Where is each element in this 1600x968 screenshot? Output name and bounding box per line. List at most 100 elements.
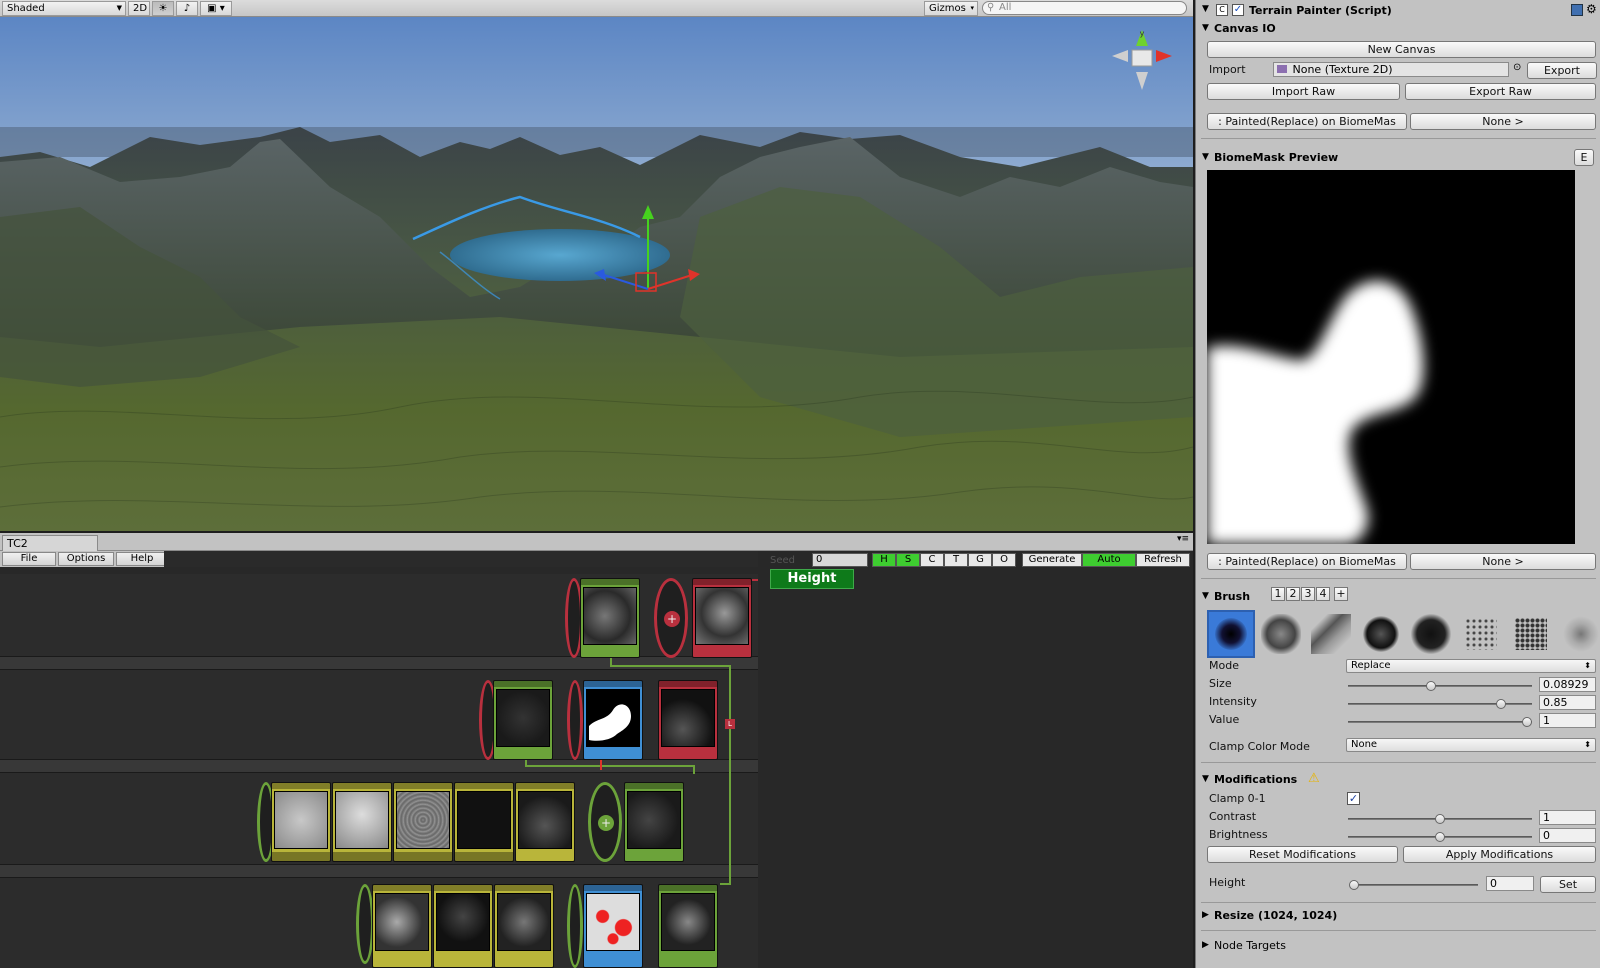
effects-dropdown[interactable]: ▣ ▾ bbox=[200, 0, 232, 16]
export-button[interactable]: Export bbox=[1527, 62, 1597, 79]
intensity-slider[interactable] bbox=[1348, 699, 1532, 709]
foldout-arrow-icon[interactable]: ▼ bbox=[1202, 591, 1209, 601]
node-result[interactable] bbox=[493, 680, 553, 760]
target-none-button-2[interactable]: None > bbox=[1410, 553, 1596, 570]
brush-rock[interactable] bbox=[1257, 610, 1305, 658]
height-slider[interactable] bbox=[1349, 880, 1478, 890]
contrast-field[interactable]: 1 bbox=[1539, 810, 1596, 825]
node-lane4-output[interactable] bbox=[658, 884, 718, 968]
clamp-color-mode-dropdown[interactable]: None ⬍ bbox=[1346, 738, 1596, 752]
brush-foldout[interactable]: Brush bbox=[1214, 590, 1250, 603]
enabled-checkbox[interactable]: ✓ bbox=[1232, 4, 1244, 16]
canvas-target-button[interactable]: : Painted(Replace) on BiomeMas bbox=[1207, 113, 1407, 130]
node-height-output[interactable] bbox=[692, 578, 752, 658]
menu-file[interactable]: File bbox=[2, 552, 56, 566]
brush-tab-2[interactable]: 2 bbox=[1286, 587, 1300, 601]
menu-help[interactable]: Help bbox=[116, 552, 168, 566]
brush-tab-3[interactable]: 3 bbox=[1301, 587, 1315, 601]
brush-splatter-1[interactable] bbox=[1457, 610, 1505, 658]
node-image-biomemask[interactable] bbox=[583, 680, 643, 760]
node-noise-2[interactable] bbox=[332, 782, 392, 862]
node-noise-1[interactable] bbox=[271, 782, 331, 862]
scene-search-input[interactable]: ⚲ All bbox=[982, 1, 1187, 15]
height-output-button[interactable]: Height bbox=[770, 569, 854, 589]
e-button[interactable]: E bbox=[1574, 149, 1594, 166]
auto-toggle[interactable]: Auto bbox=[1082, 553, 1136, 567]
lane3-combine-node[interactable]: + bbox=[588, 782, 622, 862]
foldout-arrow-icon[interactable]: ▶ bbox=[1202, 940, 1209, 950]
export-raw-button[interactable]: Export Raw bbox=[1405, 83, 1596, 100]
reset-modifications-button[interactable]: Reset Modifications bbox=[1207, 846, 1398, 863]
toggle-g[interactable]: G bbox=[968, 553, 992, 567]
brush-splatter-2[interactable] bbox=[1507, 610, 1555, 658]
node-shape[interactable] bbox=[580, 578, 640, 658]
scene-orientation-gizmo[interactable]: y < bbox=[1110, 26, 1174, 98]
set-height-button[interactable]: Set bbox=[1540, 876, 1596, 893]
seed-input[interactable]: 0 bbox=[812, 553, 868, 567]
node-targets-foldout[interactable]: Node Targets bbox=[1214, 939, 1286, 952]
brush-streak[interactable] bbox=[1307, 610, 1355, 658]
intensity-field[interactable]: 0.85 bbox=[1539, 695, 1596, 710]
foldout-arrow-icon[interactable]: ▼ bbox=[1202, 23, 1209, 33]
resize-foldout[interactable]: Resize (1024, 1024) bbox=[1214, 909, 1337, 922]
brightness-field[interactable]: 0 bbox=[1539, 828, 1596, 843]
brush-tab-1[interactable]: 1 bbox=[1271, 587, 1285, 601]
canvas-target-button-2[interactable]: : Painted(Replace) on BiomeMas bbox=[1207, 553, 1407, 570]
brush-soft-round[interactable] bbox=[1207, 610, 1255, 658]
foldout-arrow-icon[interactable]: ▼ bbox=[1202, 774, 1209, 784]
brightness-slider-knob[interactable] bbox=[1435, 832, 1445, 842]
node-multi-1[interactable] bbox=[372, 884, 432, 968]
foldout-arrow-icon[interactable]: ▼ bbox=[1202, 152, 1209, 162]
brightness-slider[interactable] bbox=[1348, 832, 1532, 842]
brush-blot[interactable] bbox=[1407, 610, 1455, 658]
toggle-s[interactable]: S bbox=[896, 553, 920, 567]
book-icon[interactable] bbox=[1571, 4, 1583, 16]
refresh-button[interactable]: Refresh bbox=[1136, 553, 1190, 567]
lighting-toggle[interactable]: ☀ bbox=[152, 0, 174, 16]
toggle-c[interactable]: C bbox=[920, 553, 944, 567]
foldout-arrow-icon[interactable]: ▼ bbox=[1202, 4, 1209, 14]
import-texture-field[interactable]: None (Texture 2D) bbox=[1273, 62, 1509, 77]
biomemask-preview-foldout[interactable]: BiomeMask Preview bbox=[1214, 151, 1338, 164]
menu-options[interactable]: Options bbox=[58, 552, 114, 566]
node-select-noise[interactable] bbox=[494, 884, 554, 968]
toggle-h[interactable]: H bbox=[872, 553, 896, 567]
toggle-t[interactable]: T bbox=[944, 553, 968, 567]
contrast-slider[interactable] bbox=[1348, 814, 1532, 824]
clamp01-checkbox[interactable]: ✓ bbox=[1347, 792, 1360, 805]
node-collect[interactable] bbox=[515, 782, 575, 862]
foldout-arrow-icon[interactable]: ▶ bbox=[1202, 910, 1209, 920]
shading-mode-dropdown[interactable]: Shaded ▼ bbox=[2, 0, 126, 16]
gizmos-dropdown[interactable]: Gizmos ▾ bbox=[924, 0, 978, 16]
gear-icon[interactable]: ⚙ bbox=[1586, 2, 1597, 16]
value-slider[interactable] bbox=[1348, 717, 1532, 727]
canvas-io-foldout[interactable]: Canvas IO bbox=[1214, 22, 1276, 35]
node-noise-4[interactable] bbox=[454, 782, 514, 862]
height-field[interactable]: 0 bbox=[1486, 876, 1534, 891]
brush-add-button[interactable]: + bbox=[1334, 587, 1348, 601]
tab-tc2[interactable]: TC2 bbox=[2, 535, 98, 552]
size-field[interactable]: 0.08929 bbox=[1539, 677, 1596, 692]
target-none-button[interactable]: None > bbox=[1410, 113, 1596, 130]
import-raw-button[interactable]: Import Raw bbox=[1207, 83, 1400, 100]
toggle-2d-button[interactable]: 2D bbox=[128, 0, 150, 16]
tab-menu-icon[interactable]: ▾≡ bbox=[1177, 534, 1189, 544]
node-noise-3[interactable] bbox=[393, 782, 453, 862]
node-canvas[interactable]: + L + bbox=[0, 574, 758, 968]
brush-smoke[interactable] bbox=[1557, 610, 1600, 658]
intensity-slider-knob[interactable] bbox=[1495, 699, 1506, 709]
height-slider-knob[interactable] bbox=[1349, 880, 1359, 890]
value-field[interactable]: 1 bbox=[1539, 713, 1596, 728]
value-slider-knob[interactable] bbox=[1522, 717, 1532, 727]
node-multi-2[interactable] bbox=[433, 884, 493, 968]
brush-ring[interactable] bbox=[1357, 610, 1405, 658]
audio-toggle[interactable]: ♪ bbox=[176, 0, 198, 16]
new-canvas-button[interactable]: New Canvas bbox=[1207, 41, 1596, 58]
size-slider[interactable] bbox=[1348, 681, 1532, 691]
terrain-viewport[interactable] bbox=[0, 17, 1193, 531]
apply-modifications-button[interactable]: Apply Modifications bbox=[1403, 846, 1596, 863]
modifications-foldout[interactable]: Modifications bbox=[1214, 773, 1297, 786]
mode-dropdown[interactable]: Replace ⬍ bbox=[1346, 659, 1596, 673]
contrast-slider-knob[interactable] bbox=[1435, 814, 1445, 824]
lane1-combine-node[interactable]: + bbox=[654, 578, 688, 658]
